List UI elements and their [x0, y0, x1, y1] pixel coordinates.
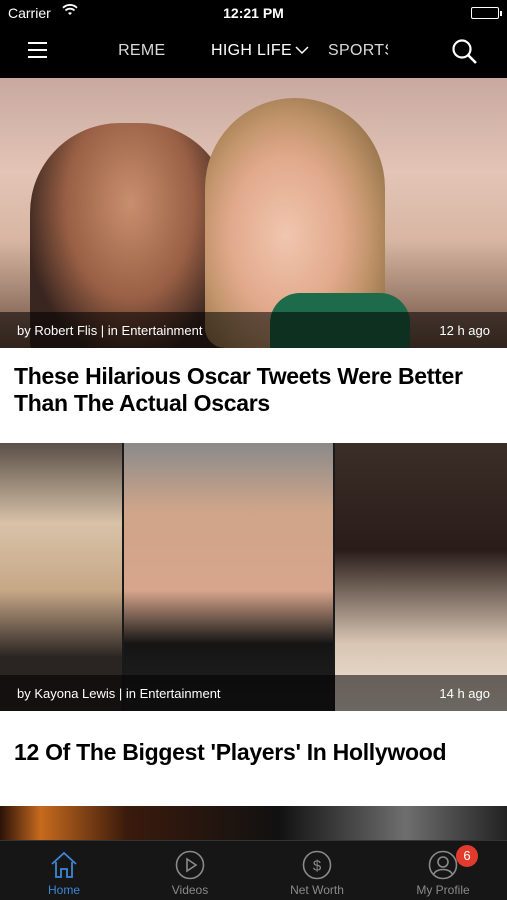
photo-panel [0, 443, 122, 711]
tab-home[interactable]: Home [1, 841, 127, 900]
tab-net-worth[interactable]: $ Net Worth [254, 841, 380, 900]
battery-icon [471, 7, 502, 19]
status-bar: Carrier 12:21 PM [0, 0, 507, 26]
article-image[interactable]: by Robert Flis | in Entertainment 12 h a… [0, 78, 507, 348]
byline-bar: by Kayona Lewis | in Entertainment 14 h … [0, 675, 507, 711]
article-time-ago: 12 h ago [439, 323, 490, 338]
tab-extreme[interactable]: TREME [118, 42, 166, 60]
article-byline[interactable]: by Kayona Lewis | in Entertainment [17, 686, 221, 701]
article-time-ago: 14 h ago [439, 686, 490, 701]
tab-my-profile-label: My Profile [416, 883, 470, 897]
tab-high-life[interactable]: HIGH LIFE [211, 42, 309, 60]
tab-videos[interactable]: Videos [127, 841, 253, 900]
dollar-icon: $ [302, 850, 332, 880]
play-icon [175, 850, 205, 880]
article-title[interactable]: These Hilarious Oscar Tweets Were Better… [14, 363, 484, 417]
profile-icon [428, 850, 458, 880]
svg-text:$: $ [313, 858, 322, 875]
photo-panel [335, 443, 507, 711]
notification-badge: 6 [456, 845, 478, 867]
bottom-tab-bar: Home Videos $ Net Worth 6 My Profile [0, 840, 507, 900]
status-time: 12:21 PM [223, 5, 284, 21]
article-byline[interactable]: by Robert Flis | in Entertainment [17, 323, 202, 338]
tab-my-profile[interactable]: 6 My Profile [380, 841, 506, 900]
category-tabs[interactable]: TREME HIGH LIFE SPORTS [118, 26, 388, 78]
article-image[interactable]: by Kayona Lewis | in Entertainment 14 h … [0, 443, 507, 711]
home-icon [51, 851, 77, 878]
byline-bar: by Robert Flis | in Entertainment 12 h a… [0, 312, 507, 348]
article-title[interactable]: 12 Of The Biggest 'Players' In Hollywood [14, 739, 484, 766]
photo-panel [124, 443, 333, 711]
search-icon[interactable] [451, 38, 479, 66]
tab-high-life-label: HIGH LIFE [211, 42, 292, 59]
tab-sports[interactable]: SPORTS [328, 42, 388, 60]
tab-home-label: Home [47, 883, 80, 897]
chevron-down-icon [295, 46, 309, 55]
tab-net-worth-label: Net Worth [290, 883, 344, 897]
hamburger-menu-icon[interactable] [28, 42, 60, 64]
tab-videos-label: Videos [171, 883, 209, 897]
top-nav-bar: TREME HIGH LIFE SPORTS [0, 26, 507, 78]
